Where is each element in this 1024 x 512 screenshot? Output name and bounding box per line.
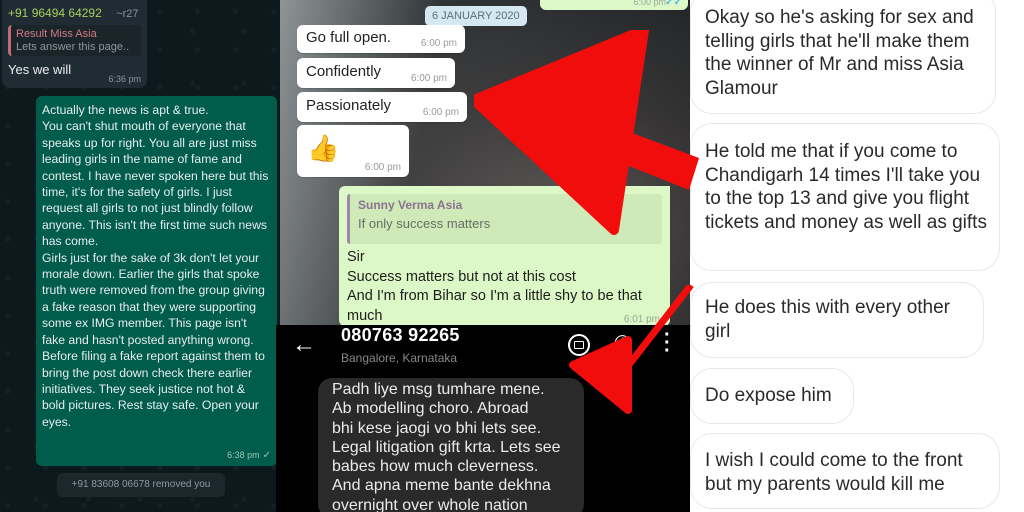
double-check-icon: ✓✓ — [665, 0, 682, 8]
quote-author: Sunny Verma Asia — [358, 198, 463, 212]
incoming-message-bubble[interactable]: Passionately 6:00 pm — [297, 92, 467, 122]
quote-author: Result Miss Asia — [16, 28, 97, 40]
message-time: 6:38 pm — [227, 450, 260, 460]
message-text: Go full open. — [306, 29, 392, 46]
thumbs-up-icon: 👍 — [307, 133, 340, 163]
message-time: 6:00 pm — [410, 73, 447, 84]
dm-message-bubble[interactable]: He does this with every other girl — [690, 282, 984, 358]
message-time: 6:36 pm — [108, 74, 141, 84]
contact-number: 080763 92265 — [341, 325, 460, 345]
back-arrow-icon[interactable]: ← — [292, 331, 316, 359]
incoming-message-bubble[interactable]: Go full open. 6:00 pm — [297, 25, 465, 53]
quoted-message[interactable]: Result Miss Asia Lets answer this page.. — [8, 25, 141, 56]
message-time: 6:00 pm — [420, 38, 457, 49]
message-text: Actually the news is apt & true. You can… — [42, 103, 269, 429]
quoted-message[interactable]: Sunny Verma Asia If only success matters — [347, 194, 662, 244]
dm-message-bubble[interactable]: Okay so he's asking for sex and telling … — [690, 0, 996, 114]
more-options-icon[interactable]: · · · — [664, 325, 671, 361]
incoming-message-bubble[interactable]: +91 96494 64292 ~r27 Result Miss Asia Le… — [2, 0, 147, 88]
video-call-icon[interactable] — [568, 334, 590, 356]
dm-message-bubble[interactable]: I wish I could come to the front but my … — [690, 433, 1000, 509]
incoming-sms-bubble[interactable]: Padh liye msg tumhare mene. Ab modelling… — [318, 378, 584, 512]
message-text: Sir Success matters but not at this cost… — [347, 249, 642, 324]
sms-conversation: ← 080763 92265 Bangalore, Karnataka ✆ · ·… — [276, 325, 696, 512]
sender-number[interactable]: +91 96494 64292 — [8, 6, 102, 20]
date-chip: 6 JANUARY 2020 — [425, 6, 527, 26]
outgoing-message-cut-off[interactable]: 6:00 pm ✓✓ — [540, 0, 688, 10]
message-text: Passionately — [306, 97, 392, 114]
light-whatsapp-chat: 6:00 pm ✓✓ 6 JANUARY 2020 Go full open. … — [280, 0, 690, 325]
quote-text: Lets answer this page.. — [16, 41, 130, 53]
system-message: +91 83608 06678 removed you — [57, 473, 225, 497]
instagram-dm-thread: Okay so he's asking for sex and telling … — [690, 0, 1024, 512]
outgoing-message-bubble[interactable]: Sunny Verma Asia If only success matters… — [339, 186, 670, 325]
sender-alias: ~r27 — [116, 8, 139, 20]
message-text: Confidently — [306, 63, 382, 80]
message-time: 6:00 pm — [364, 162, 401, 173]
message-time: 6:00 pm — [422, 107, 459, 118]
phone-call-icon[interactable]: ✆ — [614, 331, 631, 356]
dm-message-bubble[interactable]: He told me that if you come to Chandigar… — [690, 123, 1000, 271]
quote-text: If only success matters — [358, 216, 491, 231]
message-time: 6:01 pm — [623, 314, 660, 325]
dm-message-bubble[interactable]: Do expose him — [690, 368, 854, 424]
outgoing-message-bubble[interactable]: Actually the news is apt & true. You can… — [36, 96, 277, 466]
message-text: Padh liye msg tumhare mene. Ab modelling… — [332, 381, 561, 512]
message-time: 6:00 pm — [633, 0, 666, 7]
incoming-message-bubble[interactable]: Confidently 6:00 pm — [297, 58, 455, 88]
incoming-message-bubble[interactable]: 👍 6:00 pm — [297, 125, 409, 177]
sent-check-icon: ✓ — [262, 450, 271, 461]
dark-whatsapp-group-chat: +91 96494 64292 ~r27 Result Miss Asia Le… — [0, 0, 280, 512]
contact-location: Bangalore, Karnataka — [341, 351, 458, 365]
